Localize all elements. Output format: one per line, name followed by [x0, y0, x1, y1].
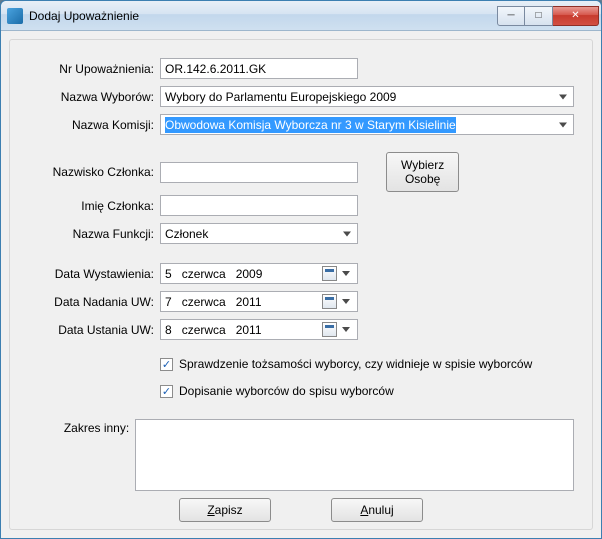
client-area: Nr Upoważnienia: Nazwa Wyborów: Wybory d…: [1, 31, 601, 538]
nazwisko-input[interactable]: [160, 162, 358, 183]
maximize-button[interactable]: □: [525, 6, 553, 26]
wybierz-line1: Wybierz: [401, 158, 444, 172]
label-data-ustania: Data Ustania UW:: [28, 323, 160, 337]
wybierz-line2: Osobę: [405, 172, 440, 186]
close-button[interactable]: ✕: [553, 6, 599, 26]
nr-input[interactable]: [160, 58, 358, 79]
komisja-combo[interactable]: Obwodowa Komisja Wyborcza nr 3 w Starym …: [160, 114, 574, 135]
chk-dopisanie[interactable]: ✓: [160, 385, 173, 398]
calendar-icon[interactable]: [322, 266, 337, 281]
wybory-combo[interactable]: Wybory do Parlamentu Europejskiego 2009: [160, 86, 574, 107]
zapisz-button[interactable]: Zapisz: [179, 498, 271, 522]
chevron-down-icon[interactable]: [339, 264, 353, 283]
minimize-button[interactable]: ─: [497, 6, 525, 26]
label-imie: Imię Członka:: [28, 199, 160, 213]
date-month: czerwca: [182, 295, 226, 309]
date-year: 2011: [236, 323, 262, 337]
label-nr: Nr Upoważnienia:: [28, 62, 160, 76]
window-title: Dodaj Upoważnienie: [29, 9, 497, 23]
titlebar[interactable]: Dodaj Upoważnienie ─ □ ✕: [1, 1, 601, 31]
label-zakres: Zakres inny:: [28, 419, 135, 435]
date-month: czerwca: [182, 323, 226, 337]
date-day: 7: [165, 295, 172, 309]
dialog-window: Dodaj Upoważnienie ─ □ ✕ Nr Upoważnienia…: [0, 0, 602, 539]
date-year: 2011: [236, 295, 262, 309]
chk-sprawdzenie[interactable]: ✓: [160, 358, 173, 371]
wybierz-osobe-button[interactable]: Wybierz Osobę: [386, 152, 459, 192]
chevron-down-icon[interactable]: [339, 320, 353, 339]
label-wybory: Nazwa Wyborów:: [28, 90, 160, 104]
zakres-textarea[interactable]: [135, 419, 574, 491]
window-controls: ─ □ ✕: [497, 6, 599, 26]
app-icon: [7, 8, 23, 24]
imie-input[interactable]: [160, 195, 358, 216]
date-day: 8: [165, 323, 172, 337]
calendar-icon[interactable]: [322, 294, 337, 309]
komisja-value: Obwodowa Komisja Wyborcza nr 3 w Starym …: [165, 117, 456, 133]
anuluj-button[interactable]: Anuluj: [331, 498, 423, 522]
funkcja-combo[interactable]: Członek: [160, 223, 358, 244]
date-day: 5: [165, 267, 172, 281]
funkcja-value: Członek: [165, 227, 208, 241]
label-nazwisko: Nazwisko Członka:: [28, 165, 160, 179]
data-nadania-picker[interactable]: 7 czerwca 2011: [160, 291, 358, 312]
chk-dopisanie-label: Dopisanie wyborców do spisu wyborców: [179, 384, 394, 398]
label-data-nadania: Data Nadania UW:: [28, 295, 160, 309]
chevron-down-icon[interactable]: [339, 292, 353, 311]
footer: Zapisz Anuluj: [28, 498, 574, 526]
wybory-value: Wybory do Parlamentu Europejskiego 2009: [165, 90, 396, 104]
date-month: czerwca: [182, 267, 226, 281]
chk-sprawdzenie-label: Sprawdzenie tożsamości wyborcy, czy widn…: [179, 357, 532, 371]
date-year: 2009: [236, 267, 263, 281]
data-ustania-picker[interactable]: 8 czerwca 2011: [160, 319, 358, 340]
form-panel: Nr Upoważnienia: Nazwa Wyborów: Wybory d…: [9, 39, 593, 530]
data-wyst-picker[interactable]: 5 czerwca 2009: [160, 263, 358, 284]
calendar-icon[interactable]: [322, 322, 337, 337]
label-komisja: Nazwa Komisji:: [28, 118, 160, 132]
label-funkcja: Nazwa Funkcji:: [28, 227, 160, 241]
label-data-wyst: Data Wystawienia:: [28, 267, 160, 281]
